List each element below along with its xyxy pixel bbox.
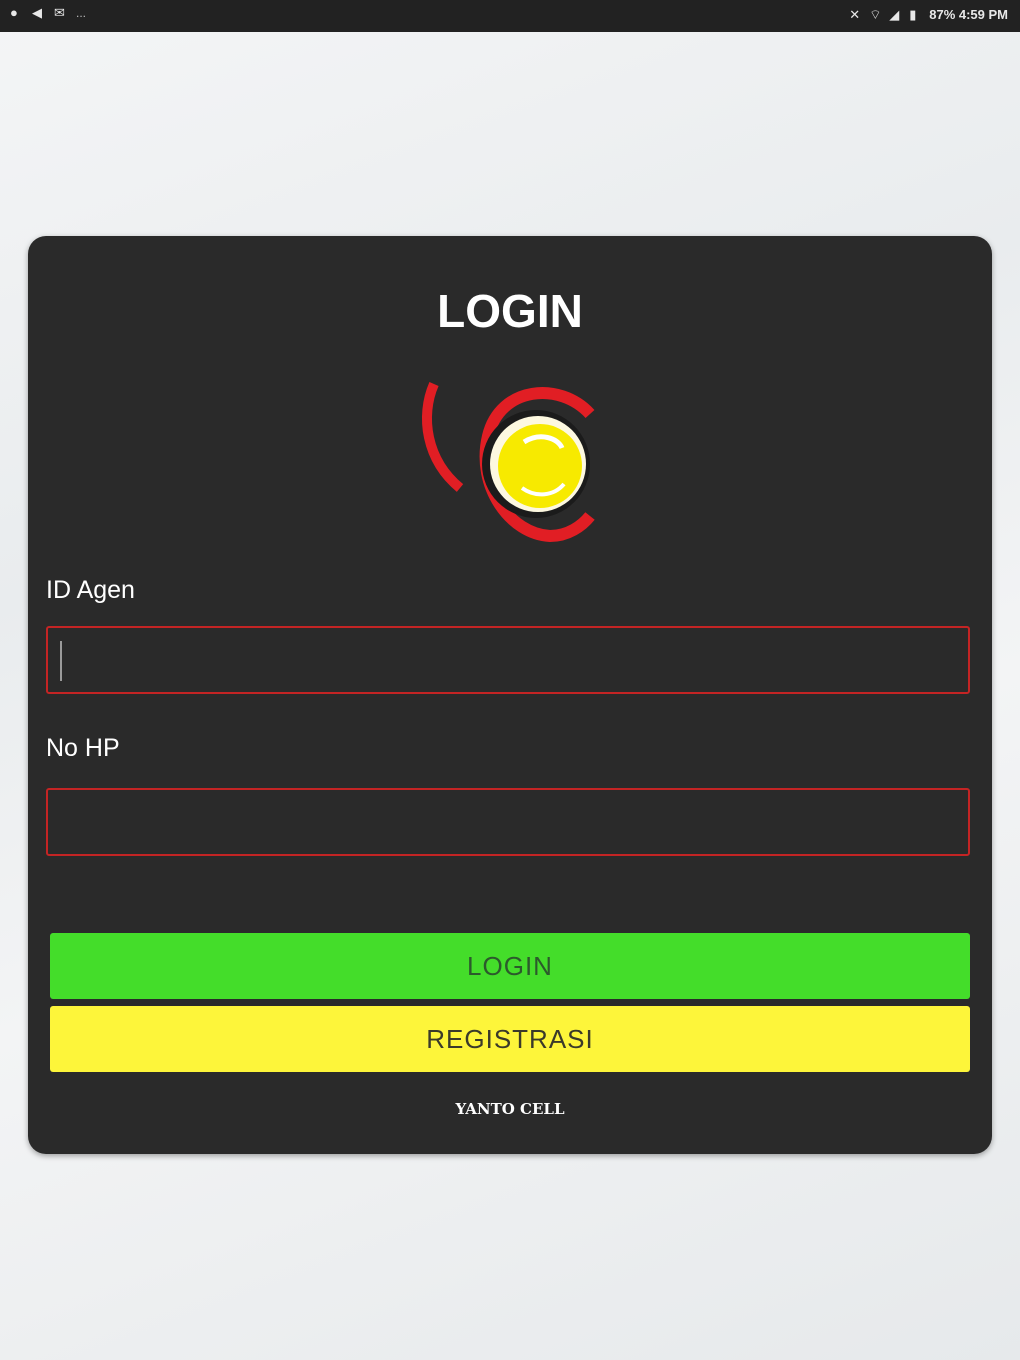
battery-and-clock: 87% 4:59 PM [929,7,1008,22]
id-agen-label: ID Agen [46,576,135,604]
register-button[interactable]: REGISTRASI [50,1006,970,1072]
chat-icon: ● [10,5,18,20]
status-bar-right: ✕ ⌔ ◢ ▮ 87% 4:59 PM [849,7,1008,22]
no-hp-input[interactable] [46,788,970,856]
mail-icon: ✉ [54,5,65,20]
wifi-icon: ⌔ [869,6,882,22]
mute-icon: ✕ [849,6,861,22]
telegram-icon: ◀ [32,5,42,20]
signal-icon: ◢ [889,6,900,22]
battery-icon: ▮ [909,6,917,22]
footer-brand: YANTO CELL [455,1100,565,1118]
page-title: LOGIN [437,285,583,337]
status-bar: ● ◀ ✉ ... ✕ ⌔ ◢ ▮ 87% 4:59 PM [0,0,1020,32]
status-bar-left: ● ◀ ✉ ... [10,5,87,21]
logo-left-arc [421,381,464,492]
login-button[interactable]: LOGIN [50,933,970,999]
no-hp-label: No HP [46,734,120,762]
id-agen-input[interactable] [46,626,970,694]
app-logo [421,381,595,543]
more-notifications-indicator: ... [76,6,87,20]
text-cursor [60,641,62,681]
